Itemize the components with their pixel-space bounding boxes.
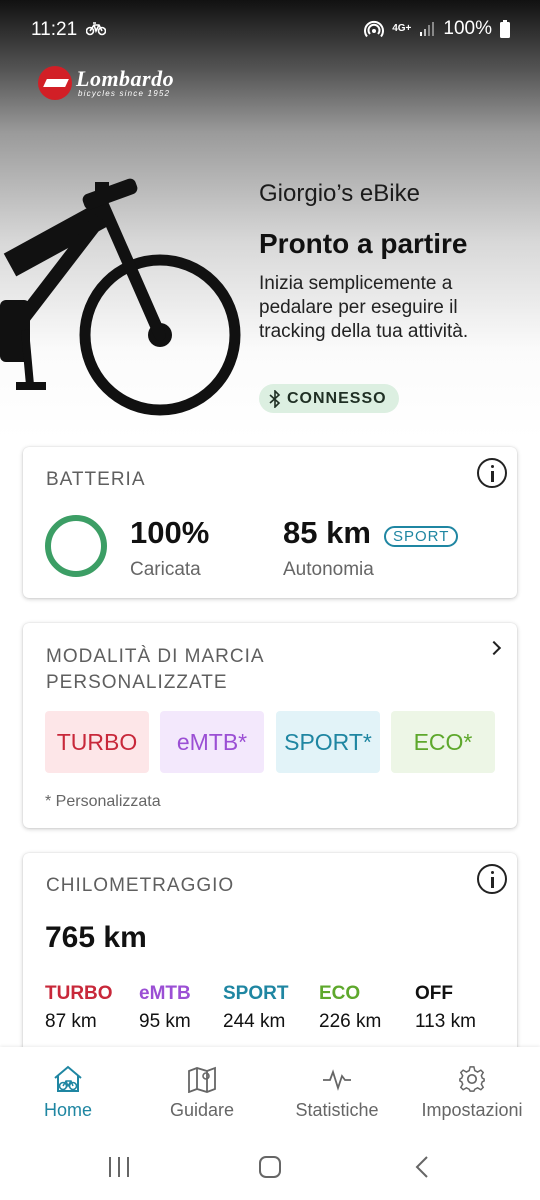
mileage-card-title: CHILOMETRAGGIO bbox=[46, 875, 235, 896]
bike-name: Giorgio’s eBike bbox=[259, 180, 420, 207]
ride-status-title: Pronto a partire bbox=[259, 228, 468, 259]
riding-modes-card[interactable]: MODALITÀ DI MARCIA PERSONALIZZATE TURBO … bbox=[23, 623, 517, 828]
mileage-mode-sport: SPORT 244 km bbox=[223, 983, 288, 1033]
mileage-mode-value: 113 km bbox=[415, 1011, 476, 1032]
riding-modes-title-line2: PERSONALIZZATE bbox=[46, 672, 228, 693]
status-time: 11:21 bbox=[31, 19, 78, 40]
mileage-mode-off: OFF 113 km bbox=[415, 983, 476, 1033]
activity-icon bbox=[323, 1069, 351, 1091]
bottom-navigation: Home Guidare Statistiche Impostazioni bbox=[0, 1047, 540, 1133]
mileage-mode-value: 226 km bbox=[319, 1011, 382, 1032]
brand-name: Lombardo bbox=[76, 65, 175, 91]
mileage-mode-value: 95 km bbox=[139, 1011, 191, 1032]
ride-status-description: Inizia semplicemente a pedalare per eseg… bbox=[259, 273, 469, 342]
mileage-mode-value: 244 km bbox=[223, 1011, 286, 1032]
back-icon[interactable] bbox=[410, 1155, 436, 1179]
ebike-illustration bbox=[0, 178, 241, 416]
mileage-mode-label: TURBO bbox=[45, 983, 113, 1004]
mode-chip-sport[interactable]: SPORT* bbox=[276, 711, 380, 773]
mileage-mode-value: 87 km bbox=[45, 1011, 97, 1032]
system-navigation-bar bbox=[0, 1133, 540, 1200]
mileage-info-icon[interactable] bbox=[477, 864, 507, 894]
mileage-mode-label: eMTB bbox=[139, 983, 191, 1004]
gear-icon bbox=[459, 1066, 485, 1092]
logo-mark-icon bbox=[38, 66, 72, 100]
mileage-mode-label: ECO bbox=[319, 983, 361, 1004]
riding-modes-title: MODALITÀ DI MARCIA PERSONALIZZATE bbox=[46, 644, 265, 696]
battery-range-label: Autonomia bbox=[283, 559, 374, 580]
mileage-mode-emtb: eMTB 95 km bbox=[139, 983, 191, 1033]
bicycle-status-icon bbox=[86, 22, 106, 36]
hotspot-icon bbox=[364, 20, 385, 38]
custom-mode-footnote: * Personalizzata bbox=[45, 793, 161, 810]
network-type: 4G+ bbox=[392, 23, 412, 34]
nav-ride-label: Guidare bbox=[169, 1100, 235, 1120]
signal-icon bbox=[420, 22, 435, 36]
home-system-icon[interactable] bbox=[257, 1155, 283, 1179]
mileage-mode-eco: ECO 226 km bbox=[319, 983, 381, 1033]
riding-modes-title-line1: MODALITÀ DI MARCIA bbox=[46, 646, 265, 667]
battery-charge-value: 100% bbox=[130, 515, 210, 550]
battery-percent: 100% bbox=[443, 18, 492, 39]
brand-tagline: bicycles since 1952 bbox=[78, 88, 171, 98]
recent-apps-icon[interactable] bbox=[106, 1155, 132, 1179]
mode-chip-eco[interactable]: ECO* bbox=[391, 711, 495, 773]
mileage-total: 765 km bbox=[45, 921, 147, 954]
nav-statistics-label: Statistiche bbox=[295, 1100, 379, 1120]
home-bike-icon bbox=[54, 1065, 82, 1092]
mileage-mode-label: SPORT bbox=[223, 983, 289, 1004]
battery-icon bbox=[500, 20, 510, 38]
bluetooth-icon bbox=[269, 389, 281, 408]
battery-ring-icon bbox=[45, 515, 107, 577]
battery-range-value: 85 km bbox=[283, 515, 371, 550]
mileage-mode-turbo: TURBO 87 km bbox=[45, 983, 113, 1033]
brand-logo: Lombardo bicycles since 1952 bbox=[38, 66, 174, 100]
nav-home-label: Home bbox=[43, 1100, 92, 1120]
connection-label: CONNESSO bbox=[287, 389, 387, 407]
mode-chip-turbo[interactable]: TURBO bbox=[45, 711, 149, 773]
battery-card[interactable]: BATTERIA 100% Caricata 85 km SPORT Auton… bbox=[23, 447, 517, 598]
nav-settings[interactable]: Impostazioni bbox=[413, 1047, 531, 1133]
battery-card-title: BATTERIA bbox=[46, 469, 146, 490]
connection-badge: CONNESSO bbox=[259, 384, 399, 413]
mileage-mode-label: OFF bbox=[415, 983, 453, 1004]
status-bar: 11:21 4G+ 100% bbox=[0, 0, 540, 60]
nav-home[interactable]: Home bbox=[30, 1047, 106, 1133]
range-mode-badge: SPORT bbox=[384, 526, 459, 547]
battery-info-icon[interactable] bbox=[477, 458, 507, 488]
chevron-right-icon[interactable] bbox=[486, 640, 502, 656]
mode-chip-emtb[interactable]: eMTB* bbox=[160, 711, 264, 773]
nav-statistics[interactable]: Statistiche bbox=[285, 1047, 389, 1133]
status-icons: 4G+ 100% bbox=[364, 18, 510, 40]
nav-settings-label: Impostazioni bbox=[421, 1100, 523, 1120]
battery-charge-label: Caricata bbox=[130, 559, 201, 580]
map-icon bbox=[188, 1066, 216, 1093]
nav-ride[interactable]: Guidare bbox=[158, 1047, 246, 1133]
